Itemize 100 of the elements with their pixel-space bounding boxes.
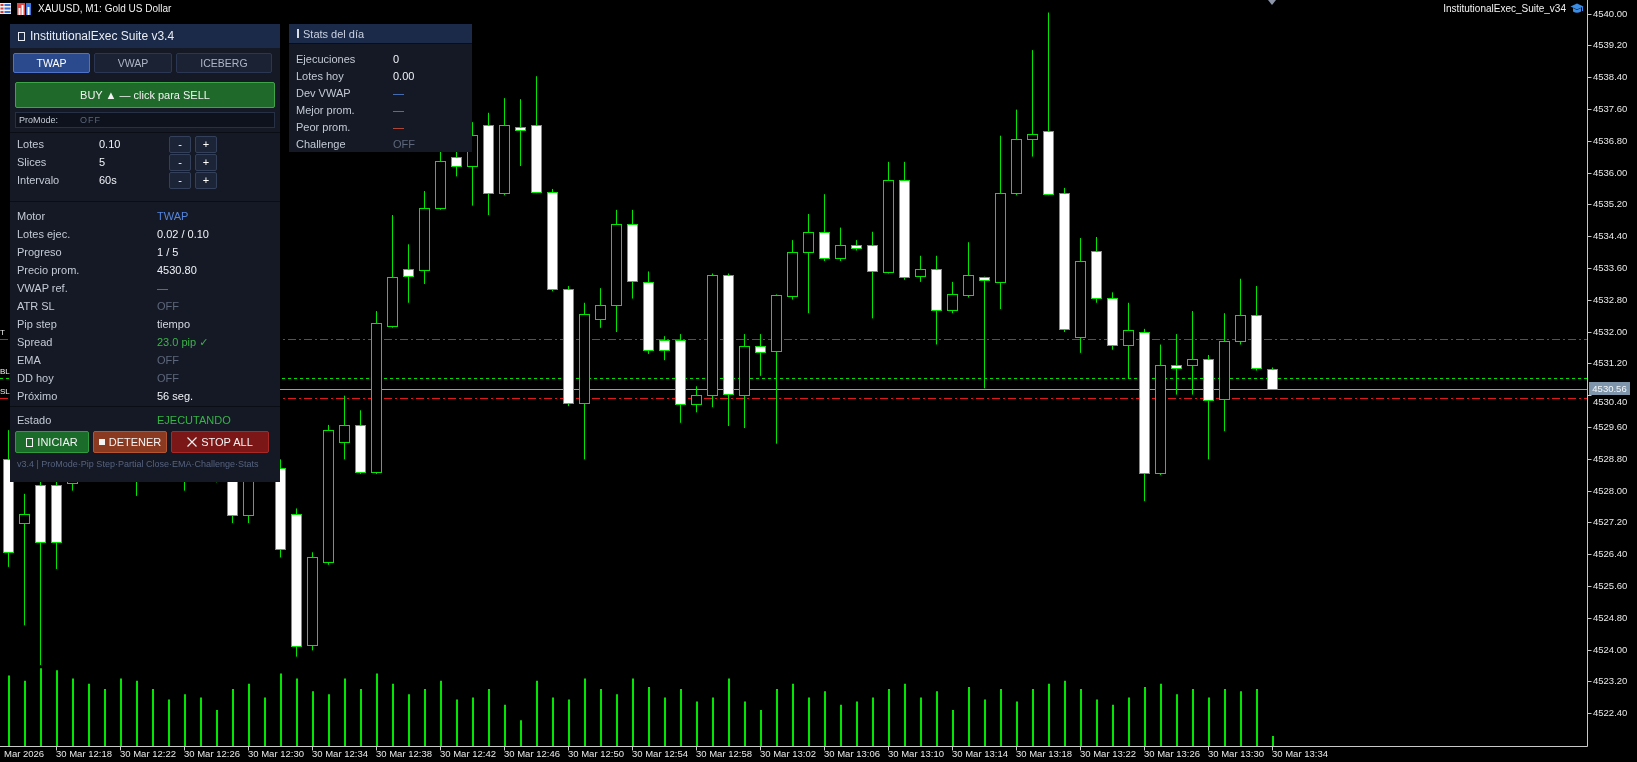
time-label: 30 Mar 13:30 [1208, 748, 1264, 760]
stats-label: Peor prom. [296, 120, 351, 133]
info-value: 4530.80 [157, 264, 197, 276]
info-label: Pip step [17, 318, 57, 330]
start-button[interactable]: INICIAR [15, 431, 89, 453]
price-label: 4528.00 [1593, 484, 1628, 497]
price-label: 4527.20 [1593, 516, 1628, 529]
time-label: 30 Mar 12:58 [696, 748, 752, 760]
param-label: Intervalo [17, 174, 60, 186]
info-label: Lotes ejec. [17, 228, 71, 240]
time-label: 30 Mar 13:18 [1016, 748, 1072, 760]
info-value: 23.0 pip ✓ [157, 335, 209, 349]
time-label: 30 Mar 12:38 [376, 748, 432, 760]
time-label: 30 Mar 13:14 [952, 748, 1008, 760]
stats-label: Challenge [296, 137, 346, 150]
info-label: Motor [17, 210, 46, 222]
price-label: 4528.80 [1593, 452, 1628, 465]
info-label: ATR SL [17, 300, 55, 312]
list-icon[interactable] [0, 3, 11, 14]
stats-label: Mejor prom. [296, 103, 355, 116]
decrement-button[interactable]: - [169, 171, 191, 189]
chart-title: XAUUSD, M1: Gold US Dollar [38, 3, 172, 14]
increment-button[interactable]: + [195, 171, 217, 189]
time-label: 30 Mar 13:02 [760, 748, 816, 760]
increment-button[interactable]: + [195, 153, 217, 171]
price-label: 4535.20 [1593, 198, 1628, 211]
stats-label: Dev VWAP [296, 86, 351, 99]
param-value: 5 [99, 156, 106, 168]
param-label: Slices [17, 156, 47, 168]
price-label: 4538.40 [1593, 71, 1628, 84]
price-label: 4526.40 [1593, 548, 1628, 561]
info-label: VWAP ref. [17, 282, 68, 294]
price-label: 4536.80 [1593, 134, 1628, 147]
info-label: Precio prom. [17, 264, 80, 276]
price-label: 4524.80 [1593, 611, 1628, 624]
price-label: 4530.40 [1593, 396, 1628, 408]
info-value: TWAP [157, 210, 189, 222]
info-label: EMA [17, 354, 41, 366]
info-label: DD hoy [17, 372, 54, 384]
time-label: 30 Mar 12:50 [568, 748, 624, 760]
stop-all-button[interactable]: STOP ALL [171, 431, 269, 453]
time-label: Mar 2026 [4, 748, 45, 760]
time-label: 30 Mar 12:22 [120, 748, 176, 760]
price-label: 4539.20 [1593, 39, 1628, 52]
price-label: 4522.40 [1593, 707, 1628, 720]
decrement-button[interactable]: - [169, 153, 191, 171]
promode-value: OFF [80, 115, 101, 125]
info-value: OFF [157, 354, 179, 366]
info-value: 56 seg. [157, 390, 194, 402]
status-label: Estado [17, 414, 52, 426]
stats-value: — [393, 120, 404, 133]
stats-value: — [393, 86, 404, 99]
info-label: Progreso [17, 246, 62, 258]
promode-label: ProMode: [19, 115, 59, 125]
price-label: 4525.60 [1593, 580, 1628, 592]
time-label: 30 Mar 13:34 [1272, 748, 1328, 760]
graduation-cap-icon[interactable] [1570, 3, 1584, 14]
info-label: Próximo [17, 390, 58, 402]
rectangle-icon [26, 437, 34, 447]
time-label: 30 Mar 12:54 [632, 748, 688, 760]
time-label: 30 Mar 12:34 [312, 748, 368, 760]
tab[interactable]: VWAP [94, 53, 172, 73]
price-label: 4537.60 [1593, 103, 1628, 115]
stop-button[interactable]: DETENER [93, 431, 167, 453]
param-value: 60s [99, 174, 117, 186]
bar-chart-icon[interactable] [17, 2, 31, 15]
stop-icon [98, 439, 105, 445]
price-label: 4534.40 [1593, 230, 1628, 243]
info-value: 0.02 / 0.10 [157, 228, 209, 240]
param-label: Lotes [17, 138, 44, 150]
price-label: 4524.00 [1593, 643, 1628, 656]
direction-button[interactable]: BUY ▲ — click para SELL [15, 82, 275, 108]
stats-title: Stats del día [303, 27, 365, 40]
triangle-icon[interactable] [1268, 0, 1276, 5]
time-label: 30 Mar 12:26 [184, 748, 240, 760]
info-value: — [157, 282, 168, 294]
param-value: 0.10 [99, 138, 121, 150]
rectangle-icon [18, 31, 25, 41]
price-label: 4536.00 [1593, 166, 1628, 179]
level-label: SL [0, 387, 10, 397]
decrement-button[interactable]: - [169, 135, 191, 153]
time-label: 30 Mar 13:22 [1080, 748, 1136, 760]
price-label: 4533.60 [1593, 262, 1628, 274]
stats-label: Lotes hoy [296, 69, 344, 82]
info-value: 1 / 5 [157, 246, 179, 258]
price-label: 4523.20 [1593, 675, 1628, 688]
tab[interactable]: TWAP [13, 53, 90, 73]
status-value: EJECUTANDO [157, 414, 231, 426]
tab[interactable]: ICEBERG [176, 53, 272, 73]
info-label: Spread [17, 336, 53, 348]
time-label: 30 Mar 12:30 [248, 748, 304, 760]
stats-value: 0.00 [393, 69, 415, 82]
time-label: 30 Mar 12:18 [56, 748, 112, 760]
info-value: tiempo [157, 318, 191, 330]
price-label: 4532.00 [1593, 325, 1628, 338]
version-footer: v3.4 | ProMode·Pip Step·Partial Close·EMA·Challenge·Stats [17, 458, 259, 470]
increment-button[interactable]: + [195, 135, 217, 153]
price-label: 4540.00 [1593, 7, 1628, 20]
stats-label: Ejecuciones [296, 52, 356, 65]
stats-value: — [393, 103, 404, 116]
